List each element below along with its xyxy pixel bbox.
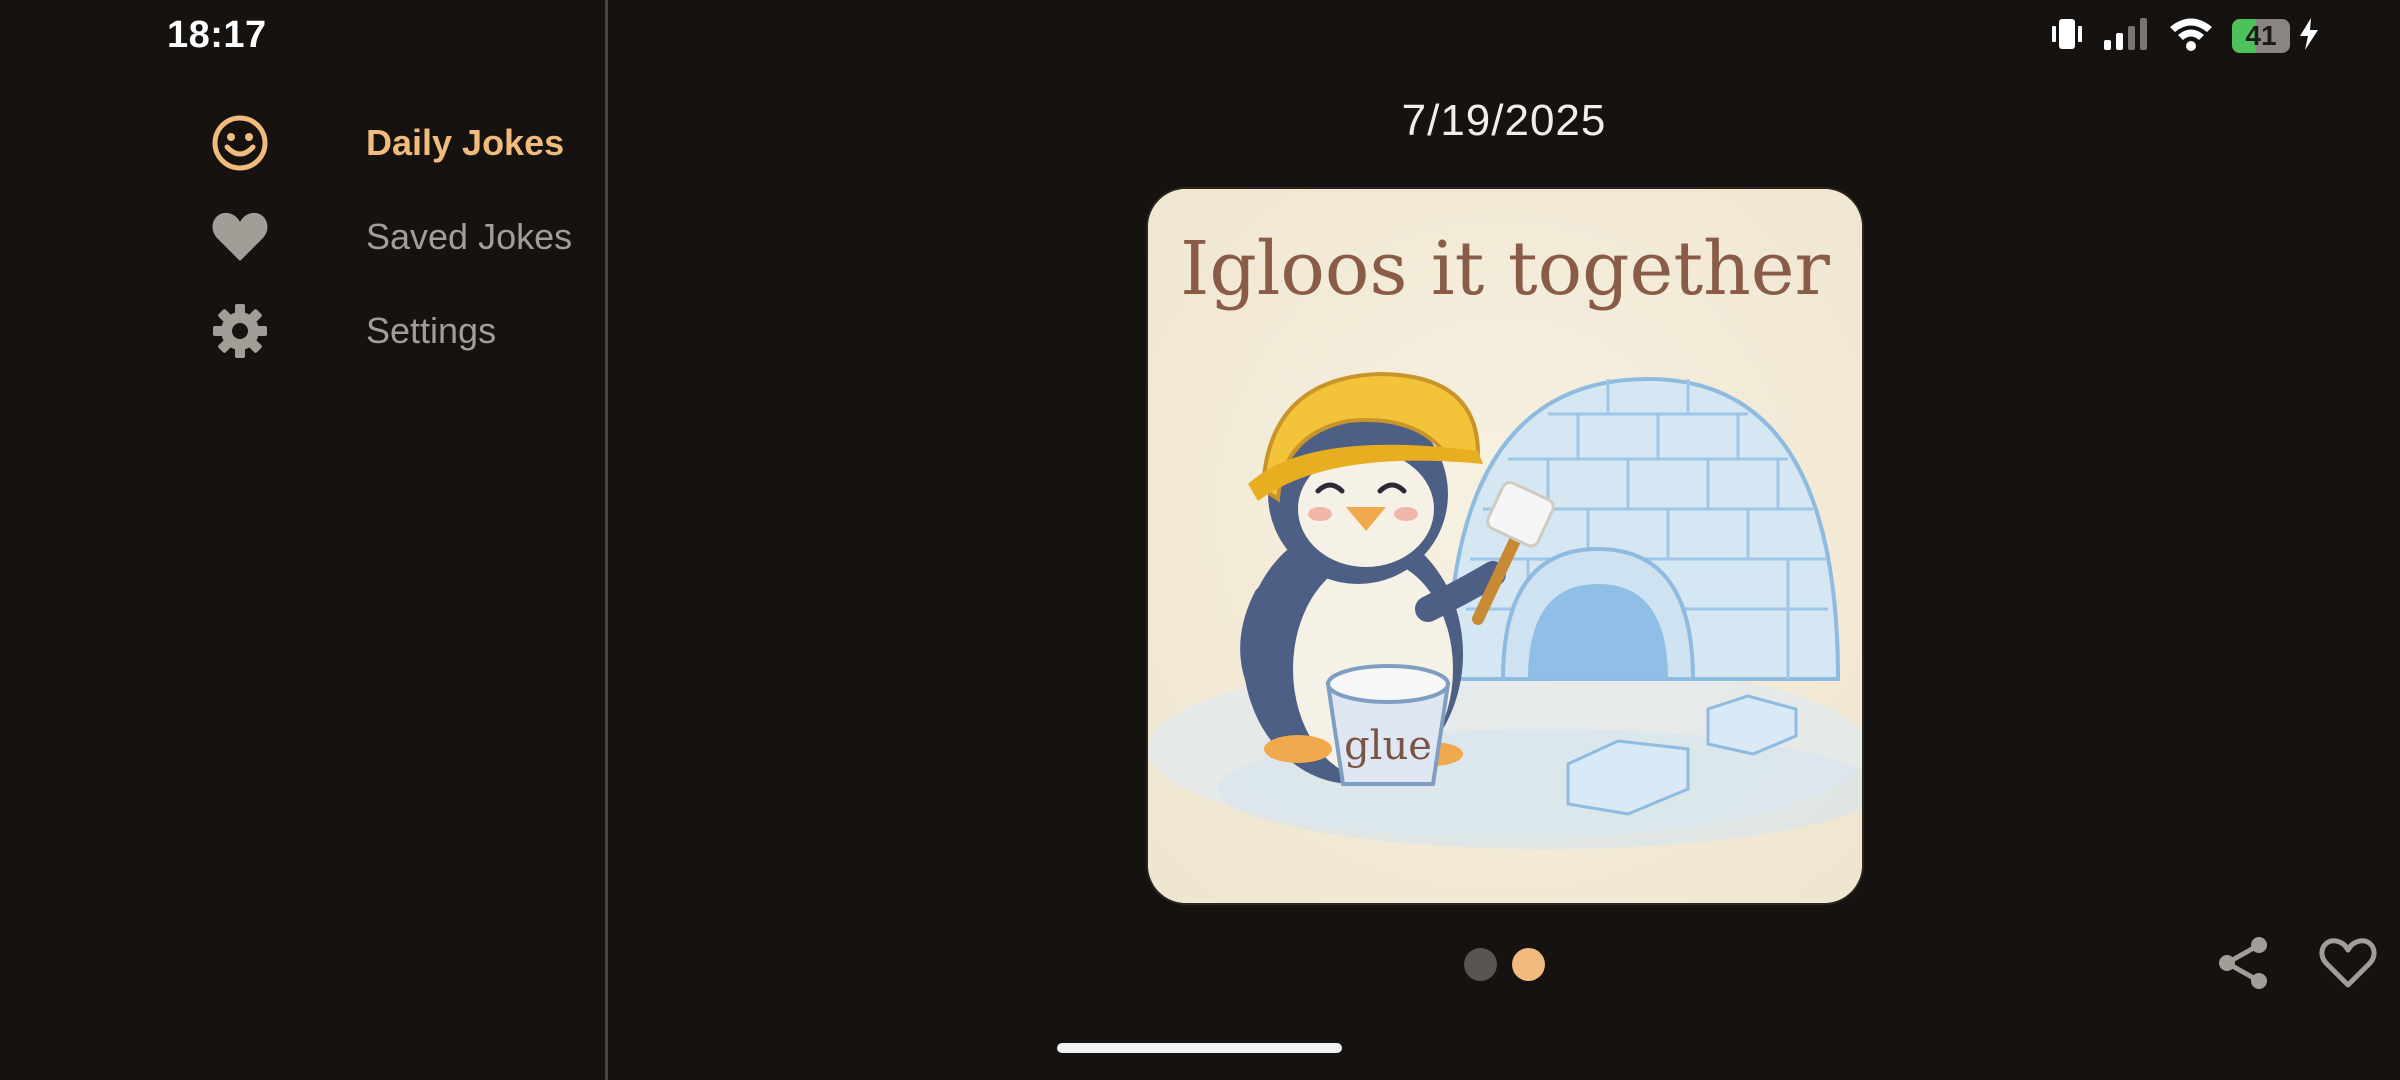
- wifi-icon: [2168, 16, 2214, 57]
- sidebar-item-saved-jokes[interactable]: Saved Jokes: [205, 202, 572, 272]
- gear-icon: [205, 296, 275, 366]
- smiley-icon: [205, 108, 275, 178]
- save-joke-button[interactable]: [2318, 935, 2378, 995]
- charging-bolt-icon: [2298, 17, 2320, 56]
- battery-body: 41: [2232, 19, 2290, 53]
- page-indicator: [1464, 948, 1545, 981]
- bucket-label: glue: [1344, 723, 1432, 769]
- battery-icon: 41: [2232, 19, 2296, 53]
- heart-icon: [205, 202, 275, 272]
- joke-illustration: Igloos it together glue: [1148, 189, 1862, 903]
- sidebar: Daily Jokes Saved Jokes Settings: [0, 0, 608, 1080]
- joke-image-card[interactable]: Igloos it together glue: [1148, 189, 1862, 903]
- battery-level: 41: [2245, 20, 2277, 51]
- app-screen: 18:17 41 Daily Jokes Saved Jokes Setting…: [0, 0, 2400, 1080]
- sidebar-item-label: Saved Jokes: [366, 216, 573, 257]
- heart-outline-icon: [2319, 937, 2377, 994]
- cellular-signal-icon: [2102, 16, 2150, 57]
- vibrate-icon: [2050, 16, 2084, 57]
- status-icons: 41: [2050, 14, 2320, 58]
- sidebar-item-settings[interactable]: Settings: [205, 296, 496, 366]
- page-dot-1[interactable]: [1464, 948, 1497, 981]
- home-indicator[interactable]: [1057, 1043, 1342, 1053]
- joke-caption: Igloos it together: [1180, 226, 1830, 312]
- page-dot-2[interactable]: [1512, 948, 1545, 981]
- joke-date: 7/19/2025: [1401, 96, 1607, 145]
- share-icon: [2215, 935, 2271, 996]
- sidebar-item-daily-jokes[interactable]: Daily Jokes: [205, 108, 564, 178]
- share-button[interactable]: [2213, 935, 2273, 995]
- sidebar-item-label: Settings: [366, 310, 497, 351]
- sidebar-item-label: Daily Jokes: [366, 122, 565, 163]
